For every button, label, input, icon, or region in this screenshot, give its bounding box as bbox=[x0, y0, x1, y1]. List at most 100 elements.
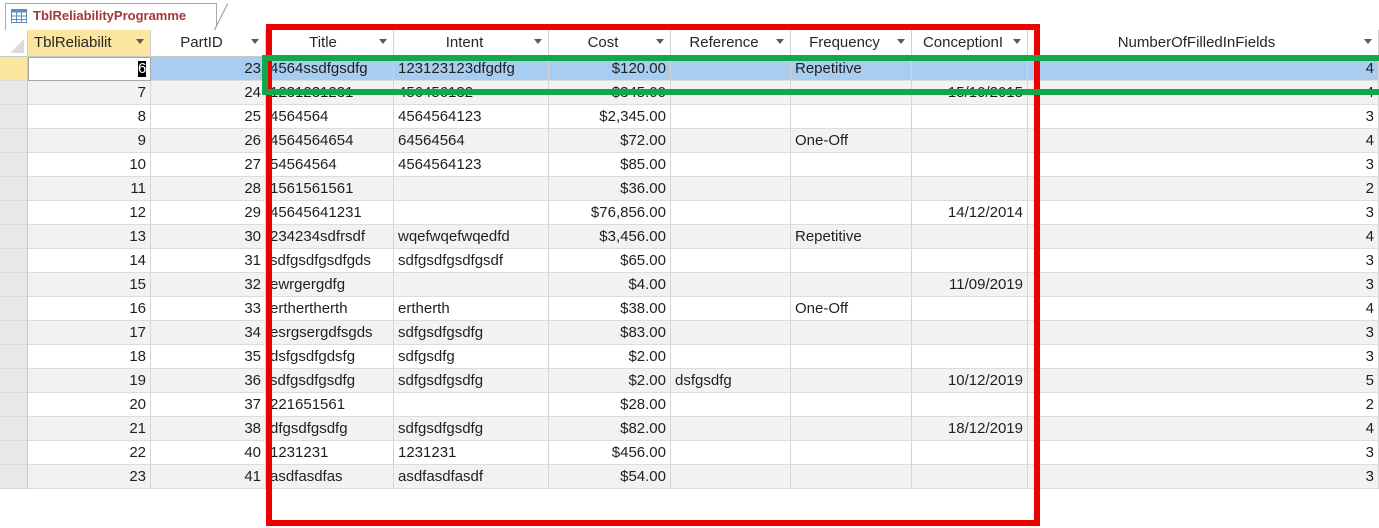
table-cell[interactable]: 3 bbox=[1028, 153, 1379, 177]
select-all-corner[interactable] bbox=[0, 30, 28, 57]
table-cell[interactable]: 23 bbox=[151, 57, 266, 81]
table-cell[interactable]: 35 bbox=[151, 345, 266, 369]
table-cell[interactable]: 14 bbox=[28, 249, 151, 273]
table-cell[interactable]: 3 bbox=[1028, 321, 1379, 345]
table-cell[interactable]: 3 bbox=[1028, 465, 1379, 489]
table-cell[interactable] bbox=[671, 201, 791, 225]
table-cell[interactable]: ewrgergdfg bbox=[266, 273, 394, 297]
table-cell[interactable]: esrgsergdfsgds bbox=[266, 321, 394, 345]
table-cell[interactable]: $65.00 bbox=[549, 249, 671, 273]
column-header[interactable]: Reference bbox=[671, 30, 791, 57]
table-cell[interactable]: 4564564654 bbox=[266, 129, 394, 153]
table-cell[interactable] bbox=[791, 345, 912, 369]
table-cell[interactable]: ertherth bbox=[394, 297, 549, 321]
column-header[interactable]: PartID bbox=[151, 30, 266, 57]
table-cell[interactable] bbox=[394, 273, 549, 297]
table-cell[interactable] bbox=[671, 225, 791, 249]
chevron-down-icon[interactable] bbox=[379, 39, 387, 44]
chevron-down-icon[interactable] bbox=[897, 39, 905, 44]
table-cell[interactable]: 5 bbox=[1028, 369, 1379, 393]
row-selector[interactable] bbox=[0, 393, 28, 417]
table-row[interactable]: 13 30 234234sdfrsdf wqefwqefwqedfd $3,456.00… bbox=[0, 225, 1379, 249]
table-cell[interactable]: 10 bbox=[28, 153, 151, 177]
table-cell[interactable]: 4564ssdfgsdfg bbox=[266, 57, 394, 81]
table-cell[interactable] bbox=[671, 81, 791, 105]
table-cell[interactable]: 18 bbox=[28, 345, 151, 369]
row-selector[interactable] bbox=[0, 249, 28, 273]
chevron-down-icon[interactable] bbox=[136, 39, 144, 44]
table-cell[interactable]: 8 bbox=[28, 105, 151, 129]
table-cell[interactable]: 30 bbox=[151, 225, 266, 249]
table-cell[interactable]: 4564564 bbox=[266, 105, 394, 129]
row-selector[interactable] bbox=[0, 345, 28, 369]
row-selector[interactable] bbox=[0, 465, 28, 489]
table-cell[interactable]: 15/10/2015 bbox=[912, 81, 1028, 105]
table-cell[interactable]: sdfgsdfgsdfgsdf bbox=[394, 249, 549, 273]
table-cell[interactable]: 32 bbox=[151, 273, 266, 297]
table-cell[interactable]: 2 bbox=[1028, 177, 1379, 201]
table-cell[interactable]: $456.00 bbox=[549, 441, 671, 465]
table-cell[interactable]: $120.00 bbox=[549, 57, 671, 81]
table-cell[interactable]: 4 bbox=[1028, 129, 1379, 153]
table-cell[interactable]: sdfgsdfgsdfg bbox=[394, 417, 549, 441]
table-cell[interactable]: 64564564 bbox=[394, 129, 549, 153]
table-cell[interactable] bbox=[791, 273, 912, 297]
table-cell[interactable] bbox=[791, 369, 912, 393]
table-cell[interactable]: Repetitive bbox=[791, 57, 912, 81]
table-cell[interactable]: $4.00 bbox=[549, 273, 671, 297]
table-cell[interactable]: Repetitive bbox=[791, 225, 912, 249]
table-cell[interactable]: dfgsdfgsdfg bbox=[266, 417, 394, 441]
table-cell[interactable]: 27 bbox=[151, 153, 266, 177]
table-cell[interactable]: 37 bbox=[151, 393, 266, 417]
table-cell[interactable]: 6 bbox=[28, 57, 151, 81]
table-cell[interactable] bbox=[791, 105, 912, 129]
row-selector[interactable] bbox=[0, 273, 28, 297]
table-cell[interactable]: 4 bbox=[1028, 81, 1379, 105]
table-cell[interactable]: 23 bbox=[28, 465, 151, 489]
table-cell[interactable]: 3 bbox=[1028, 273, 1379, 297]
table-cell[interactable] bbox=[671, 105, 791, 129]
column-header[interactable]: Cost bbox=[549, 30, 671, 57]
table-cell[interactable]: 3 bbox=[1028, 345, 1379, 369]
table-cell[interactable]: sdfgsdfgsdfg bbox=[394, 321, 549, 345]
table-cell[interactable]: 25 bbox=[151, 105, 266, 129]
table-cell[interactable]: 22 bbox=[28, 441, 151, 465]
row-selector[interactable] bbox=[0, 57, 28, 81]
table-cell[interactable]: 4 bbox=[1028, 297, 1379, 321]
table-row[interactable]: 7 24 1231231231 456456132 $345.00 15/10/2015 4 bbox=[0, 81, 1379, 105]
table-cell[interactable] bbox=[394, 393, 549, 417]
table-row[interactable]: 22 40 1231231 1231231 $456.00 3 bbox=[0, 441, 1379, 465]
table-cell[interactable]: 234234sdfrsdf bbox=[266, 225, 394, 249]
table-row[interactable]: 12 29 45645641231 $76,856.00 14/12/2014 3 bbox=[0, 201, 1379, 225]
table-cell[interactable]: 4 bbox=[1028, 57, 1379, 81]
table-cell[interactable] bbox=[671, 177, 791, 201]
table-cell[interactable]: 38 bbox=[151, 417, 266, 441]
table-cell[interactable]: $345.00 bbox=[549, 81, 671, 105]
column-header[interactable]: Frequency bbox=[791, 30, 912, 57]
table-cell[interactable]: 17 bbox=[28, 321, 151, 345]
chevron-down-icon[interactable] bbox=[534, 39, 542, 44]
table-cell[interactable] bbox=[912, 321, 1028, 345]
row-selector[interactable] bbox=[0, 177, 28, 201]
table-cell[interactable]: 12 bbox=[28, 201, 151, 225]
table-cell[interactable]: 4564564123 bbox=[394, 105, 549, 129]
table-cell[interactable]: 1231231231 bbox=[266, 81, 394, 105]
table-cell[interactable]: $28.00 bbox=[549, 393, 671, 417]
table-row[interactable]: 11 28 1561561561 $36.00 2 bbox=[0, 177, 1379, 201]
table-cell[interactable]: $76,856.00 bbox=[549, 201, 671, 225]
table-cell[interactable]: asdfasdfasdf bbox=[394, 465, 549, 489]
table-cell[interactable] bbox=[671, 249, 791, 273]
table-cell[interactable] bbox=[671, 297, 791, 321]
table-cell[interactable]: $54.00 bbox=[549, 465, 671, 489]
table-cell[interactable]: 28 bbox=[151, 177, 266, 201]
table-cell[interactable] bbox=[912, 249, 1028, 273]
table-cell[interactable]: 221651561 bbox=[266, 393, 394, 417]
table-cell[interactable]: sdfgsdfgsdfg bbox=[394, 369, 549, 393]
row-selector[interactable] bbox=[0, 225, 28, 249]
table-cell[interactable]: $36.00 bbox=[549, 177, 671, 201]
table-cell[interactable]: 4 bbox=[1028, 417, 1379, 441]
table-row[interactable]: 20 37 221651561 $28.00 2 bbox=[0, 393, 1379, 417]
table-cell[interactable] bbox=[671, 345, 791, 369]
table-cell[interactable] bbox=[912, 297, 1028, 321]
table-row[interactable]: 15 32 ewrgergdfg $4.00 11/09/2019 3 bbox=[0, 273, 1379, 297]
